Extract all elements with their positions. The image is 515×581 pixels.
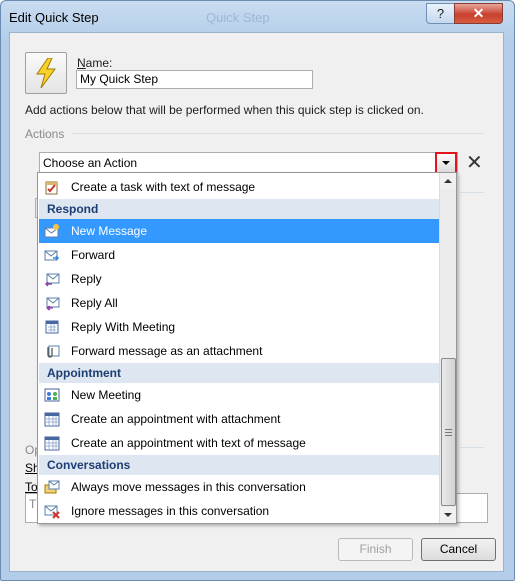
group-header-label: Conversations: [47, 458, 131, 472]
name-input[interactable]: My Quick Step: [76, 70, 313, 89]
action-item-ignore-messages-in-this-conversation[interactable]: Ignore messages in this conversation: [39, 499, 439, 523]
edit-quick-step-dialog: Edit Quick Step Quick Step ? ✕ Name: My …: [0, 0, 515, 581]
calendar-icon: [44, 435, 60, 451]
reply-all-icon: [44, 295, 60, 311]
description-text: Add actions below that will be performed…: [25, 103, 424, 117]
action-combobox[interactable]: Choose an Action: [39, 152, 458, 174]
scroll-down-arrow-icon[interactable]: [440, 507, 456, 523]
finish-button[interactable]: Finish: [338, 538, 413, 561]
action-item-label: Forward message as an attachment: [71, 344, 263, 358]
action-item-new-message[interactable]: New Message: [39, 219, 439, 243]
attachment-icon: [44, 343, 60, 359]
action-item-label: Create an appointment with text of messa…: [71, 436, 306, 450]
scrollbar-thumb[interactable]: [441, 358, 456, 506]
action-combobox-value: Choose an Action: [43, 156, 138, 170]
action-item-forward[interactable]: Forward: [39, 243, 439, 267]
ignore-conversation-icon: [44, 503, 60, 519]
action-item-create-a-task-with-text-of-message[interactable]: Create a task with text of message: [39, 175, 439, 199]
action-item-new-meeting[interactable]: New Meeting: [39, 383, 439, 407]
action-item-label: Create a task with text of message: [71, 180, 256, 194]
group-header-appointment: Appointment: [39, 363, 439, 383]
tooltip-text-label: To: [25, 480, 38, 494]
new-message-icon: [44, 223, 60, 239]
action-item-reply[interactable]: Reply: [39, 267, 439, 291]
lightning-bolt-icon: [36, 58, 56, 88]
action-item-label: Always move messages in this conversatio…: [71, 480, 306, 494]
action-item-reply-all[interactable]: Reply All: [39, 291, 439, 315]
group-header-conversations: Conversations: [39, 455, 439, 475]
cancel-button[interactable]: Cancel: [421, 538, 496, 561]
options-divider: [460, 447, 484, 448]
move-conversation-icon: [44, 479, 60, 495]
meeting-icon: [44, 387, 60, 403]
reply-meeting-icon: [44, 319, 60, 335]
action-item-label: Reply With Meeting: [71, 320, 176, 334]
forward-icon: [44, 247, 60, 263]
grip-icon: [445, 429, 452, 436]
action-item-create-an-appointment-with-text-of-message[interactable]: Create an appointment with text of messa…: [39, 431, 439, 455]
action-item-label: New Message: [71, 224, 148, 238]
title-bar[interactable]: Edit Quick Step Quick Step ? ✕: [1, 1, 514, 35]
dropdown-arrow-button[interactable]: [435, 152, 457, 174]
name-label: Name:: [77, 56, 113, 70]
close-button[interactable]: ✕: [454, 3, 503, 24]
section-divider: [72, 133, 484, 134]
task-icon: [44, 179, 60, 195]
reply-icon: [44, 271, 60, 287]
group-header-label: Appointment: [47, 366, 121, 380]
action-item-label: Reply: [71, 272, 102, 286]
group-header-label: Respond: [47, 202, 99, 216]
action-item-label: New Meeting: [71, 388, 142, 402]
vertical-scrollbar[interactable]: [439, 173, 456, 523]
group-header-respond: Respond: [39, 199, 439, 219]
action-item-label: Create an appointment with attachment: [71, 412, 281, 426]
action-item-label: Ignore messages in this conversation: [71, 504, 270, 518]
action-item-label: Forward: [71, 248, 116, 262]
help-button[interactable]: ?: [426, 3, 455, 24]
remove-action-icon[interactable]: ✕: [466, 150, 483, 175]
obscured-divider: [460, 192, 484, 193]
action-item-create-an-appointment-with-attachment[interactable]: Create an appointment with attachment: [39, 407, 439, 431]
background-window-title: Quick Step: [206, 10, 270, 25]
action-item-forward-message-as-an-attachment[interactable]: Forward message as an attachment: [39, 339, 439, 363]
action-item-label: Reply All: [71, 296, 118, 310]
action-item-reply-with-meeting[interactable]: Reply With Meeting: [39, 315, 439, 339]
actions-section-label: Actions: [25, 127, 65, 141]
window-title: Edit Quick Step: [9, 10, 99, 25]
action-list: Create a task with text of message Respon…: [38, 173, 439, 523]
action-item-always-move-messages-in-this-conversation[interactable]: Always move messages in this conversatio…: [39, 475, 439, 499]
quick-step-icon-button[interactable]: [25, 52, 67, 94]
action-dropdown-list[interactable]: Create a task with text of message Respon…: [37, 172, 457, 524]
calendar-icon: [44, 411, 60, 427]
scroll-up-arrow-icon[interactable]: [440, 173, 456, 189]
